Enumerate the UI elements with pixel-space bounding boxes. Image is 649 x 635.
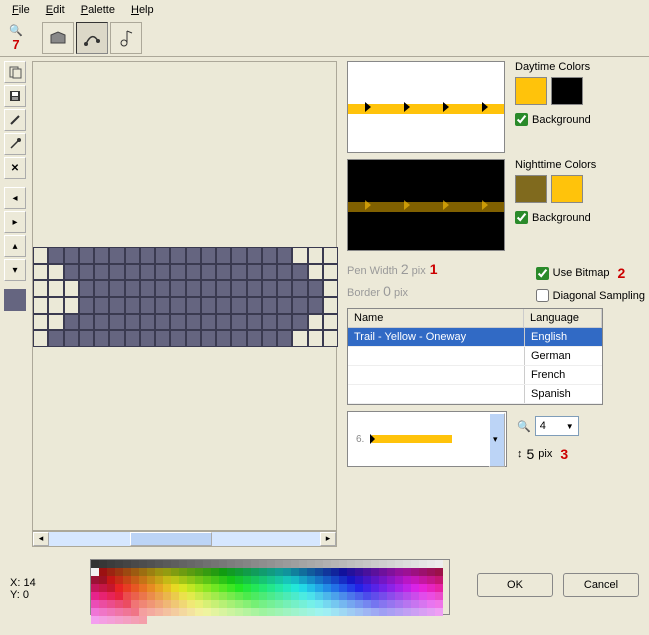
triangle-down-icon: ▾ bbox=[12, 265, 17, 276]
canvas-h-scroll[interactable]: ◂ ▸ bbox=[32, 531, 337, 547]
table-row[interactable]: Trail - Yellow - OnewayEnglish bbox=[348, 328, 602, 347]
zoom-icon-2: 🔍 bbox=[517, 420, 531, 433]
menu-palette[interactable]: Palette bbox=[73, 2, 123, 18]
top-toolbar: 🔍 7 bbox=[0, 20, 649, 57]
left-button[interactable]: ◂ bbox=[4, 187, 26, 209]
coordinates: X: 14 Y: 0 bbox=[10, 559, 80, 601]
floppy-icon bbox=[8, 89, 22, 103]
mini-dropdown[interactable] bbox=[489, 413, 505, 467]
triangle-right-icon: ▸ bbox=[12, 217, 17, 228]
menu-edit[interactable]: Edit bbox=[38, 2, 73, 18]
scroll-left[interactable]: ◂ bbox=[33, 532, 49, 546]
night-background-check[interactable] bbox=[515, 211, 528, 224]
zoom-select[interactable]: 4▼ bbox=[535, 416, 579, 436]
day-color-2[interactable] bbox=[551, 77, 583, 105]
zoom-level: 7 bbox=[12, 37, 19, 52]
ok-button[interactable]: OK bbox=[477, 573, 553, 597]
height-value: 5 bbox=[527, 446, 535, 462]
zoom-icon: 🔍 bbox=[9, 25, 23, 37]
eyedrop-tool[interactable] bbox=[4, 133, 26, 155]
color-palette[interactable] bbox=[90, 559, 450, 615]
clear-tool[interactable]: ✕ bbox=[4, 157, 26, 179]
background-label-2: Background bbox=[532, 212, 591, 224]
brush-tool[interactable] bbox=[4, 109, 26, 131]
col-name[interactable]: Name bbox=[348, 309, 524, 327]
left-toolbar: ✕ ◂ ▸ ▴ ▾ bbox=[4, 61, 28, 547]
down-button[interactable]: ▾ bbox=[4, 259, 26, 281]
mini-preview[interactable]: 6. bbox=[347, 411, 507, 467]
note-icon bbox=[119, 29, 133, 47]
daytime-preview bbox=[347, 61, 505, 153]
right-button[interactable]: ▸ bbox=[4, 211, 26, 233]
background-label: Background bbox=[532, 114, 591, 126]
pen-width-label: Pen Width bbox=[347, 265, 398, 277]
language-table: Name Language Trail - Yellow - OnewayEng… bbox=[347, 308, 603, 405]
col-language[interactable]: Language bbox=[524, 309, 602, 327]
copy-tool[interactable] bbox=[4, 61, 26, 83]
daytime-colors-label: Daytime Colors bbox=[515, 61, 625, 73]
curve-icon bbox=[83, 29, 101, 47]
pentagon-icon bbox=[49, 31, 67, 45]
note-tool-button[interactable] bbox=[110, 22, 142, 54]
menu-file[interactable]: FFileile bbox=[4, 2, 38, 18]
nighttime-colors-label: Nighttime Colors bbox=[515, 159, 625, 171]
scroll-thumb[interactable] bbox=[130, 532, 211, 546]
scroll-right[interactable]: ▸ bbox=[320, 532, 336, 546]
border-label: Border bbox=[347, 287, 380, 299]
x-icon: ✕ bbox=[11, 163, 19, 174]
night-color-2[interactable] bbox=[551, 175, 583, 203]
coord-y: 0 bbox=[23, 589, 29, 601]
up-button[interactable]: ▴ bbox=[4, 235, 26, 257]
pen-width-value: 2 bbox=[401, 261, 409, 277]
nighttime-preview bbox=[347, 159, 505, 251]
shape-tool-button[interactable] bbox=[42, 22, 74, 54]
day-color-1[interactable] bbox=[515, 77, 547, 105]
pixel-canvas[interactable] bbox=[32, 61, 337, 531]
height-unit: pix bbox=[538, 448, 552, 460]
annotation-3: 3 bbox=[560, 446, 568, 462]
cancel-button[interactable]: Cancel bbox=[563, 573, 639, 597]
use-bitmap-check[interactable] bbox=[536, 267, 549, 280]
menu-help[interactable]: Help bbox=[123, 2, 162, 18]
annotation-2: 2 bbox=[618, 265, 626, 281]
diagonal-sampling-label: Diagonal Sampling bbox=[553, 290, 645, 302]
table-row[interactable]: Spanish bbox=[348, 385, 602, 404]
chevron-down-icon: ▼ bbox=[566, 422, 574, 431]
diagonal-sampling-check[interactable] bbox=[536, 289, 549, 302]
night-color-1[interactable] bbox=[515, 175, 547, 203]
current-color-swatch[interactable] bbox=[4, 289, 26, 311]
menubar: FFileile Edit Palette Help bbox=[0, 0, 649, 20]
annotation-1: 1 bbox=[430, 261, 438, 277]
table-row[interactable]: French bbox=[348, 366, 602, 385]
brush-icon bbox=[8, 113, 22, 127]
border-value: 0 bbox=[383, 283, 391, 299]
mini-index: 6. bbox=[356, 434, 364, 445]
save-tool[interactable] bbox=[4, 85, 26, 107]
use-bitmap-label: Use Bitmap bbox=[553, 267, 610, 279]
height-icon: ↕ bbox=[517, 448, 523, 460]
triangle-left-icon: ◂ bbox=[12, 193, 17, 204]
day-background-check[interactable] bbox=[515, 113, 528, 126]
eyedropper-icon bbox=[8, 137, 22, 151]
line-tool-button[interactable] bbox=[76, 22, 108, 54]
copy-icon bbox=[8, 65, 22, 79]
coord-x: 14 bbox=[23, 577, 35, 589]
triangle-up-icon: ▴ bbox=[12, 241, 17, 252]
table-row[interactable]: German bbox=[348, 347, 602, 366]
